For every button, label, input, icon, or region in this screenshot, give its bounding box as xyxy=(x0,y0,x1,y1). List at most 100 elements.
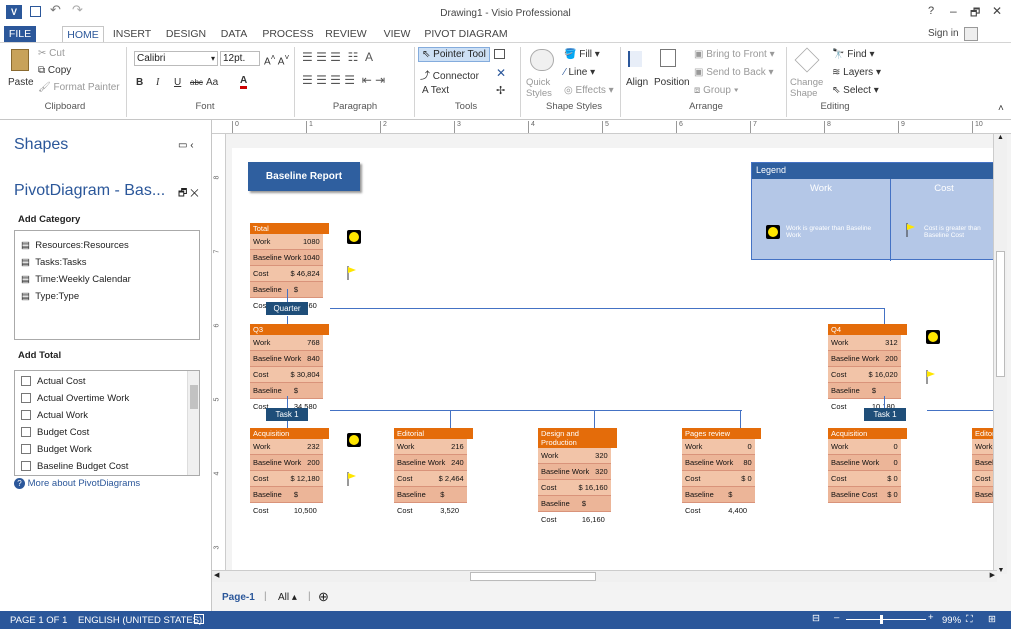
grow-font-button[interactable]: A˄ A˅ xyxy=(264,52,289,67)
collapse-ribbon-icon[interactable]: ˄ xyxy=(998,103,1004,114)
paste-icon[interactable] xyxy=(11,49,29,71)
tab-process[interactable]: PROCESS xyxy=(262,26,314,42)
tab-file[interactable]: FILE xyxy=(4,26,36,42)
drawing-page[interactable]: Baseline Report Legend Work Cost Work is… xyxy=(232,148,995,573)
align-button[interactable]: Align xyxy=(626,77,648,88)
strikethrough-button[interactable]: abc xyxy=(190,78,203,87)
effects-button[interactable]: ◎ Effects ▾ xyxy=(564,85,614,96)
change-shape-icon[interactable] xyxy=(794,47,820,73)
scroll-up-icon[interactable]: ▲ xyxy=(994,134,1007,141)
drawing-canvas[interactable]: 0 1 2 3 4 5 6 7 8 9 10 8 7 6 5 4 3 Baseline Report Lege… xyxy=(212,120,1011,611)
pivot-node-total[interactable]: Total Work 1080 Baseline Work 1040 Cost $ 46,8… xyxy=(250,223,329,310)
rectangle-icon[interactable] xyxy=(494,49,505,59)
zoom-in-button[interactable]: + xyxy=(928,612,934,623)
align-top-icon[interactable]: ☰ ☰ ☰ ☷ A xyxy=(302,50,373,64)
list-item[interactable]: Budget Work xyxy=(15,441,199,458)
align-icon[interactable] xyxy=(628,51,642,67)
send-to-back-button[interactable]: ▣ Send to Back ▾ xyxy=(694,67,774,78)
zoom-slider-thumb[interactable] xyxy=(880,615,883,624)
scroll-thumb[interactable] xyxy=(470,572,596,581)
pivot-node-edit2[interactable]: EditorWorkWoBaseline WorkBasCostCosBasel… xyxy=(972,428,995,503)
paste-button[interactable]: Paste xyxy=(8,77,34,88)
vertical-scrollbar[interactable]: ▲ ▼ xyxy=(993,134,1007,574)
position-icon[interactable] xyxy=(660,49,676,67)
restore-button[interactable]: 🗗 xyxy=(970,4,980,23)
pivot-node-q3[interactable]: Q3 Work 768 Baseline Work 840 Cost $ 30,804 Bas… xyxy=(250,324,329,411)
checkbox[interactable] xyxy=(21,410,31,421)
copy-button[interactable]: ⧉ Copy xyxy=(38,65,71,76)
tab-insert[interactable]: INSERT xyxy=(112,26,152,42)
list-item[interactable]: ▤ Resources:Resources xyxy=(15,237,199,254)
tab-data[interactable]: DATA xyxy=(218,26,250,42)
zoom-slider[interactable] xyxy=(846,619,926,620)
page-indicator[interactable]: PAGE 1 OF 1 xyxy=(10,615,67,626)
tab-home[interactable]: HOME xyxy=(62,26,104,43)
bring-to-front-button[interactable]: ▣ Bring to Front ▾ xyxy=(694,49,775,60)
quick-styles-icon[interactable] xyxy=(530,49,554,71)
group-button[interactable]: ⧈ Group ▾ xyxy=(694,85,739,96)
close-button[interactable]: ✕ xyxy=(992,4,1002,18)
language-indicator[interactable]: ENGLISH (UNITED STATES) xyxy=(78,615,202,626)
quarter-bar[interactable]: Quarter xyxy=(266,302,308,315)
quick-styles-button[interactable]: Quick Styles xyxy=(526,77,566,99)
checkbox[interactable] xyxy=(21,444,31,455)
checkbox[interactable] xyxy=(21,393,31,404)
pivot-node-acq[interactable]: Acquisition Work 232 Baseline Work 200 Cost $ … xyxy=(250,428,329,515)
help-button[interactable]: ? xyxy=(928,5,934,17)
list-item[interactable]: ▤ Tasks:Tasks xyxy=(15,254,199,271)
line-button[interactable]: ⁄ Line ▾ xyxy=(564,67,595,78)
connector-button[interactable]: ⤴ Connector xyxy=(420,67,479,82)
all-pages-tab[interactable]: All ▴ xyxy=(278,592,297,603)
checkbox[interactable] xyxy=(21,376,31,387)
total-list-scrollbar[interactable] xyxy=(187,371,199,475)
list-item[interactable]: Baseline Budget Cost xyxy=(15,458,199,475)
total-list[interactable]: Actual Cost Actual Overtime Work Actual … xyxy=(14,370,200,476)
underline-button[interactable]: U xyxy=(174,77,181,88)
fit-page-icon[interactable]: ⛶ xyxy=(966,614,973,625)
macro-icon[interactable] xyxy=(194,614,204,624)
category-list[interactable]: ▤ Resources:Resources ▤ Tasks:Tasks ▤ Ti… xyxy=(14,230,200,340)
format-painter-button[interactable]: 🖌 Format Painter xyxy=(38,82,120,93)
scroll-thumb[interactable] xyxy=(190,385,198,409)
font-name-select[interactable]: Calibri ▾ xyxy=(134,51,218,66)
tab-review[interactable]: REVIEW xyxy=(324,26,368,42)
minimize-button[interactable]: – xyxy=(950,4,957,18)
tab-view[interactable]: VIEW xyxy=(380,26,414,42)
find-button[interactable]: 🔭 Find ▾ xyxy=(832,49,875,60)
layers-button[interactable]: ≋ Layers ▾ xyxy=(832,67,881,78)
avatar[interactable] xyxy=(964,27,978,41)
task-bar[interactable]: Task 1 xyxy=(266,408,308,421)
pivot-node-pages[interactable]: Pages review Work 0 Baseline Work 80 Cost $ 0 B… xyxy=(682,428,761,515)
list-item[interactable]: Actual Overtime Work xyxy=(15,390,199,407)
checkbox[interactable] xyxy=(21,461,31,472)
pivot-node-q4[interactable]: Q4 Work 312 Baseline Work 200 Cost $ 16,020 Bas… xyxy=(828,324,907,411)
scroll-left-icon[interactable]: ◀ xyxy=(214,571,219,579)
list-item[interactable]: Budget Cost xyxy=(15,424,199,441)
font-color-button[interactable]: A xyxy=(240,75,248,89)
pivot-pane-close-icon[interactable]: 🗗 ✕ xyxy=(178,186,199,203)
scroll-thumb[interactable] xyxy=(996,251,1005,377)
pivot-node-design[interactable]: Design and Production Work 320 Baseline Wor… xyxy=(538,428,617,524)
zoom-level[interactable]: 99% xyxy=(942,615,961,626)
tab-pivot-diagram[interactable]: PIVOT DIAGRAM xyxy=(424,26,508,42)
list-item[interactable]: ▤ Type:Type xyxy=(15,288,199,305)
sign-in-link[interactable]: Sign in xyxy=(928,28,959,39)
close-tool-icon[interactable]: ✕ xyxy=(496,66,506,80)
more-about-link[interactable]: ? More about PivotDiagrams xyxy=(14,478,140,489)
list-item[interactable]: Actual Cost xyxy=(15,373,199,390)
cut-button[interactable]: ✂ Cut xyxy=(38,48,65,59)
connection-point-icon[interactable]: ✢ xyxy=(496,84,505,97)
scroll-right-icon[interactable]: ▶ xyxy=(990,571,995,579)
fill-button[interactable]: 🪣 Fill ▾ xyxy=(564,49,600,60)
pivot-node-acq2[interactable]: Acquisition Work 0 Baseline Work 0 Cost $ 0 Bas… xyxy=(828,428,907,503)
pivot-node-edit[interactable]: Editorial Work 216 Baseline Work 240 Cost $ 2,… xyxy=(394,428,473,515)
align-left-icon[interactable]: ☰ ☰ ☰ ☰ ⇤ ⇥ xyxy=(302,73,385,87)
horizontal-scrollbar[interactable]: ◀ ▶ xyxy=(212,570,997,582)
legend[interactable]: Legend Work Cost Work is greater than Ba… xyxy=(751,162,995,261)
pointer-tool-button[interactable]: ⇖ Pointer Tool xyxy=(418,47,490,62)
italic-button[interactable]: I xyxy=(156,77,159,88)
list-item[interactable]: ▤ Time:Weekly Calendar xyxy=(15,271,199,288)
list-item[interactable]: Actual Work xyxy=(15,407,199,424)
report-title[interactable]: Baseline Report xyxy=(248,162,360,191)
zoom-out-button[interactable]: – xyxy=(834,612,839,623)
